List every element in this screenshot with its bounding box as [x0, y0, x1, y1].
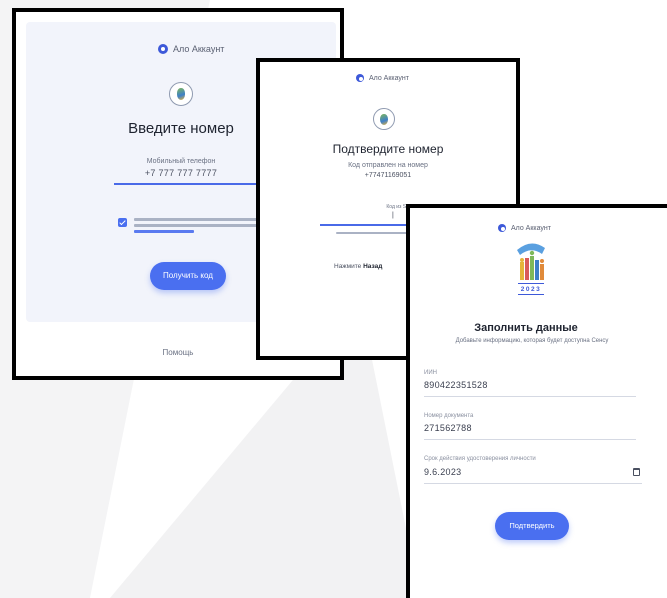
consent-checkbox[interactable]	[118, 218, 127, 227]
brand-name: Ало Аккаунт	[511, 224, 552, 232]
sent-phone-number: +77471169051	[364, 172, 412, 179]
page-subtitle: Добавьте информацию, которая будет досту…	[455, 338, 609, 344]
brand-name: Ало Аккаунт	[369, 74, 410, 82]
back-link-row: Нажмите Назад	[334, 263, 382, 270]
iin-field-label: ИИН	[424, 370, 437, 376]
brand-logo-icon	[498, 224, 506, 232]
expiry-date-label: Срок действия удостоверения личности	[424, 456, 536, 462]
confirm-button[interactable]: Подтвердить	[495, 512, 569, 540]
app-logo-icon	[373, 108, 395, 130]
app-logo-icon	[169, 82, 193, 106]
get-code-button[interactable]: Получить код	[150, 262, 226, 290]
brand-header: Ало Аккаунт	[356, 74, 409, 82]
back-prefix-text: Нажмите	[334, 263, 362, 270]
brand-header: Ало Аккаунт	[498, 224, 551, 232]
brand-name: Ало Аккаунт	[173, 44, 225, 54]
event-logo-year: 2023	[520, 286, 542, 293]
calendar-icon[interactable]	[633, 468, 640, 476]
code-input-caret: |	[392, 212, 394, 219]
resend-hint-line	[336, 232, 416, 234]
document-number-label: Номер документа	[424, 413, 474, 419]
document-number-underline	[424, 439, 636, 440]
phone-input-underline	[114, 183, 264, 185]
fill-data-screen: Ало Аккаунт 2023 Заполнить данные Добавь…	[406, 204, 667, 598]
back-link[interactable]: Назад	[363, 263, 382, 270]
code-sent-text: Код отправлен на номер	[348, 162, 428, 169]
expiry-date-underline	[424, 483, 642, 484]
document-number-input[interactable]: 271562788	[424, 423, 472, 433]
page-title: Подтвердите номер	[332, 142, 444, 156]
brand-logo-icon	[356, 74, 364, 82]
iin-input[interactable]: 890422351528	[424, 380, 488, 390]
iin-underline	[424, 396, 636, 397]
consent-text-line	[134, 224, 266, 227]
page-title: Заполнить данные	[474, 322, 578, 334]
consent-text-line	[134, 218, 274, 221]
brand-header: Ало Аккаунт	[158, 44, 224, 54]
brand-logo-icon	[158, 44, 168, 54]
fill-data-card: Ало Аккаунт 2023 Заполнить данные Добавь…	[410, 208, 667, 598]
consent-link[interactable]	[134, 230, 194, 233]
expiry-date-input[interactable]: 9.6.2023	[424, 467, 461, 477]
